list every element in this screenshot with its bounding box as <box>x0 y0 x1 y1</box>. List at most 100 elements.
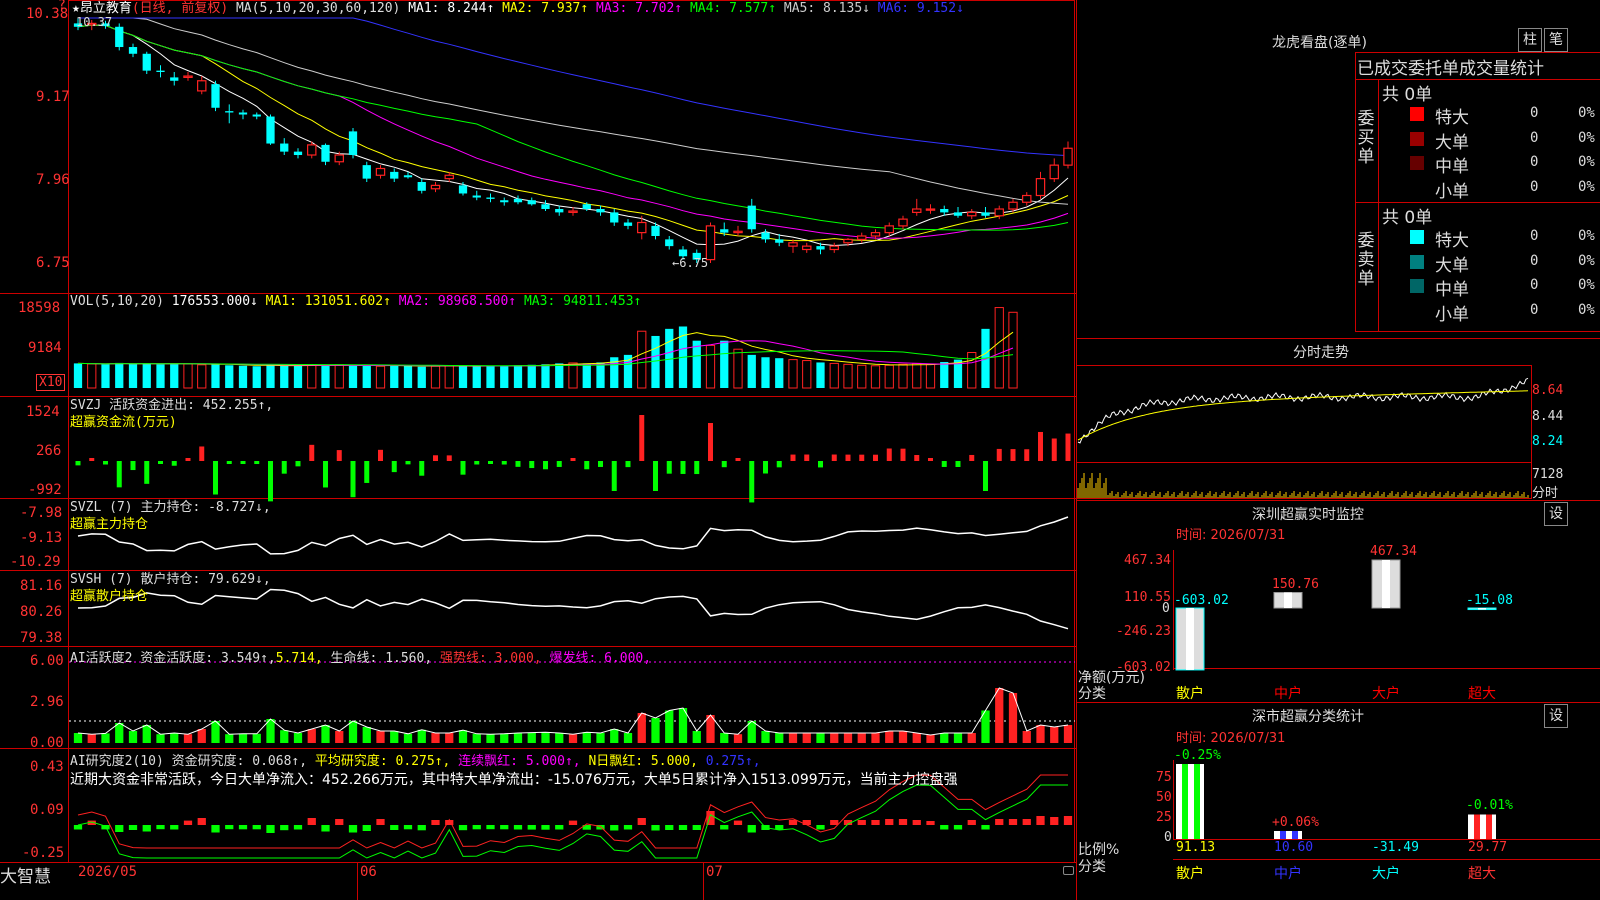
sell-row: 小单 0 0% <box>1410 300 1600 325</box>
candle-up <box>183 75 193 78</box>
flow-bar <box>1065 433 1071 461</box>
activity-bar <box>995 688 1004 743</box>
flow-bar <box>309 444 315 461</box>
flow-bar <box>694 461 700 475</box>
row-label: 大单 <box>1435 255 1469 276</box>
candle-down <box>403 175 413 178</box>
flow-bar <box>845 454 851 461</box>
ai-act-v3: 生命线: 1.560, <box>330 651 433 666</box>
row-label: 大单 <box>1435 132 1469 153</box>
buy-total: 共 0单 <box>1382 85 1433 105</box>
ai-act-title: AI活跃度2 资金活跃度: 3.549↑, <box>70 651 276 666</box>
ratio-bar-stripe <box>1486 814 1492 839</box>
activity-bar <box>1022 731 1031 743</box>
volume-bar <box>321 365 330 388</box>
research-bar <box>486 825 495 830</box>
candle-up <box>912 208 922 213</box>
activity-bar <box>940 733 949 743</box>
candle-up <box>430 184 441 190</box>
activity-bar <box>170 733 179 743</box>
buy-row: 小单 0 0% <box>1410 177 1600 202</box>
research-bar <box>1036 816 1045 825</box>
candle-up <box>843 238 853 244</box>
candle-down <box>417 182 426 191</box>
lock-icon[interactable] <box>1063 866 1074 875</box>
research-bar <box>678 825 688 830</box>
trade-mode-button[interactable]: 笔 <box>1544 28 1568 52</box>
ratio-change-label: -0.25% <box>1174 748 1221 763</box>
row-count: 0 <box>1530 178 1539 195</box>
candle-up <box>1049 164 1059 180</box>
research-bar <box>940 825 949 830</box>
category-label: 超大 <box>1468 686 1496 702</box>
candle-down <box>142 53 151 71</box>
bar-highlight <box>1284 592 1292 608</box>
volume-bar <box>307 364 317 389</box>
vol-ma-value-3: MA3: 94811.453↑ <box>523 294 642 309</box>
activity-bar <box>307 729 316 743</box>
divider <box>1378 79 1379 331</box>
row-count: 0 <box>1530 129 1539 146</box>
bar-mode-button[interactable]: 柱 <box>1518 28 1542 52</box>
star-icon[interactable]: ★ <box>72 1 80 16</box>
flow-bar <box>928 458 933 461</box>
color-swatch <box>1410 254 1424 269</box>
cls-chart[interactable] <box>1076 740 1600 900</box>
volume-bar <box>747 354 756 388</box>
period-label[interactable]: (日线, 前复权) <box>132 1 228 16</box>
activity-bar <box>87 734 96 743</box>
volume-bar <box>266 364 275 388</box>
candle-up <box>705 225 716 261</box>
ma-params: MA(5,10,20,30,60,120) <box>235 1 401 16</box>
flow-bar <box>749 461 755 503</box>
activity-bar <box>252 733 261 743</box>
intraday-chart[interactable] <box>1076 362 1600 502</box>
ai-res-v2: 平均研究度: 0.275↑, <box>314 754 451 769</box>
volume-bar <box>334 364 344 389</box>
sz-settings-button[interactable]: 设 <box>1544 502 1568 526</box>
brand-logo[interactable]: 大智慧 <box>0 862 51 887</box>
ma-line-6 <box>78 17 1069 157</box>
flow-bar <box>1024 449 1030 461</box>
vol-ma-value-2: MA2: 98968.500↑ <box>398 294 524 309</box>
flow-bar <box>268 461 273 502</box>
flow-bar <box>955 461 961 467</box>
category-label: 大户 <box>1372 866 1400 882</box>
candle-up <box>444 174 454 180</box>
cls-settings-button[interactable]: 设 <box>1544 704 1568 728</box>
row-label: 中单 <box>1435 280 1469 300</box>
flow-bar <box>969 454 975 461</box>
research-bar <box>1022 819 1031 825</box>
volume-bar <box>87 363 97 389</box>
volume-bar <box>967 352 977 389</box>
research-bar <box>912 820 921 825</box>
sz-xlabel: 分类 <box>1078 686 1106 702</box>
candle-down <box>623 222 633 226</box>
candle-down <box>486 197 495 199</box>
volume-bar <box>486 366 495 388</box>
row-percent: 0% <box>1578 154 1595 170</box>
category-label: 中户 <box>1274 686 1302 702</box>
flow-bar <box>281 461 287 474</box>
intraday-title: 分时走势 <box>1293 345 1349 361</box>
flow-bar <box>996 448 1002 461</box>
research-bar <box>926 821 935 825</box>
candle-down <box>252 114 261 117</box>
sell-row: 中单 0 0% <box>1410 275 1600 300</box>
y-tick-svsh-1: 81.16 <box>20 578 63 594</box>
research-bar <box>665 825 674 830</box>
volume-bar <box>430 365 441 389</box>
ma-value-1: MA1: 8.244↑ <box>408 1 503 16</box>
stock-name[interactable]: 昂立教育 <box>80 1 132 16</box>
volume-bar <box>362 365 371 388</box>
volume-bar <box>197 364 207 389</box>
candle-down <box>472 195 481 198</box>
cls-tick-4: 0 <box>1164 830 1172 845</box>
category-label: 中户 <box>1274 866 1302 882</box>
flow-bar <box>556 461 562 467</box>
svsh-subtitle: 超赢散户持仓 <box>70 589 149 604</box>
candle-down <box>582 204 591 210</box>
ma-value-2: MA2: 7.937↑ <box>502 1 597 16</box>
flow-bar <box>240 461 246 465</box>
y-tick-res-2: 0.09 <box>30 802 64 818</box>
